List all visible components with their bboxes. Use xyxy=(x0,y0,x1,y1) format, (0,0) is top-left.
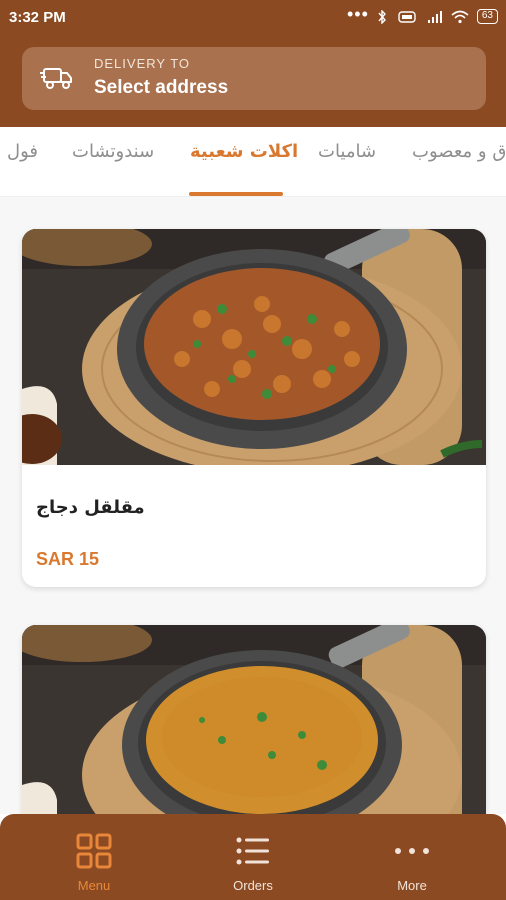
delivery-truck-icon xyxy=(40,68,72,89)
menu-item-card[interactable] xyxy=(22,625,486,814)
tab-category[interactable]: ق و معصوب xyxy=(412,141,506,162)
nav-menu-label: Menu xyxy=(77,878,111,893)
status-time: 3:32 PM xyxy=(9,9,66,26)
nav-orders-label: Orders xyxy=(233,878,273,893)
nav-menu[interactable]: Menu xyxy=(10,814,178,900)
grid-icon xyxy=(76,833,112,869)
nav-more-label: More xyxy=(397,878,427,893)
menu-item-name: مقلقل دجاج xyxy=(36,497,145,518)
menu-item-list[interactable]: مقلقل دجاج SAR 15 xyxy=(0,197,506,814)
food-image xyxy=(22,229,486,465)
menu-item-card[interactable]: مقلقل دجاج SAR 15 xyxy=(22,229,486,587)
status-bar: 3:32 PM ••• 63 xyxy=(0,0,506,36)
nav-more[interactable]: More xyxy=(328,814,496,900)
delivery-address: Select address xyxy=(94,77,229,98)
category-tabs: ق و معصوب شاميات اكلات شعبية سندوتشات فو… xyxy=(0,127,506,197)
delivery-address-selector[interactable]: DELIVERY TO Select address xyxy=(22,47,486,110)
app-header: 3:32 PM ••• 63 DELIVERY TO Select addres… xyxy=(0,0,506,127)
active-tab-indicator xyxy=(189,192,283,196)
battery-icon: 63 xyxy=(476,9,498,24)
tab-category[interactable]: فول xyxy=(7,141,38,162)
status-icons: ••• 63 xyxy=(346,3,498,24)
tab-category[interactable]: شاميات xyxy=(318,141,376,162)
wifi-icon xyxy=(451,10,469,23)
notification-dots-icon: ••• xyxy=(346,3,369,24)
tab-category-active[interactable]: اكلات شعبية xyxy=(190,141,298,162)
food-image xyxy=(22,625,486,814)
bottom-navigation: Menu Orders More xyxy=(0,814,506,900)
bluetooth-icon xyxy=(378,9,386,24)
signal-icon xyxy=(427,10,442,23)
list-icon xyxy=(236,837,269,865)
more-dots-icon xyxy=(395,848,429,854)
tab-category[interactable]: سندوتشات xyxy=(72,141,154,162)
delivery-label: DELIVERY TO xyxy=(94,56,191,71)
vibrate-icon xyxy=(398,10,416,23)
nav-orders[interactable]: Orders xyxy=(169,814,337,900)
menu-item-price: SAR 15 xyxy=(36,549,100,569)
